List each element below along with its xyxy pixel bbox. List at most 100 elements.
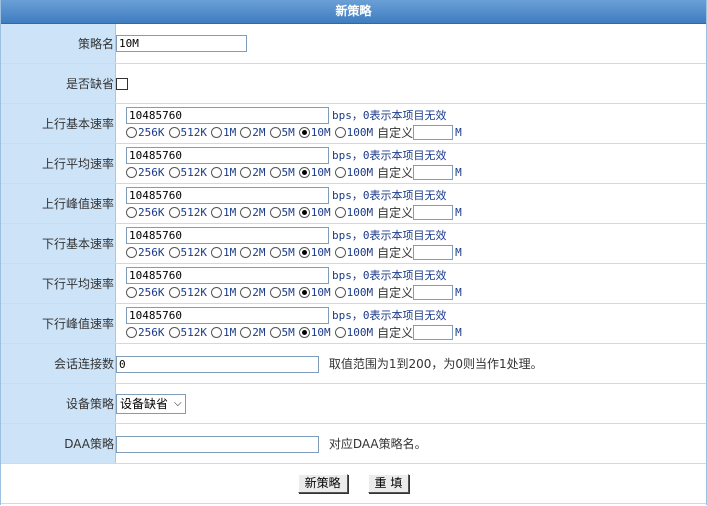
rate-option-radio[interactable]: 1M	[211, 166, 236, 179]
rate-label: 下行基本速率	[41, 237, 114, 251]
device-policy-label: 设备策略	[65, 397, 114, 411]
rate-option-radio[interactable]: 5M	[269, 286, 295, 299]
rate-input[interactable]	[126, 266, 329, 284]
custom-rate-input[interactable]	[413, 244, 454, 260]
rate-option-label: 10M	[310, 125, 331, 139]
custom-rate-input[interactable]	[413, 164, 454, 180]
rate-option-radio[interactable]: 100M	[334, 286, 373, 299]
reset-button[interactable]: 重 填	[367, 474, 410, 493]
radio-icon	[126, 126, 137, 138]
radio-icon	[269, 166, 281, 178]
custom-unit: M	[455, 245, 462, 259]
rate-option-radio[interactable]: 512K	[168, 246, 207, 259]
radio-icon	[211, 326, 222, 338]
rate-option-radio[interactable]: 5M	[269, 206, 295, 219]
rate-option-radio[interactable]: 1M	[211, 206, 236, 219]
rate-option-radio[interactable]: 256K	[126, 166, 165, 179]
radio-icon	[269, 326, 281, 338]
rate-option-radio[interactable]: 256K	[126, 126, 165, 139]
rate-option-radio[interactable]: 10M	[298, 246, 331, 259]
rate-option-radio[interactable]: 2M	[240, 246, 266, 259]
sessions-label: 会话连接数	[53, 357, 114, 371]
rate-option-radio[interactable]: 1M	[211, 246, 236, 259]
form-title: 新策略	[1, 0, 706, 24]
form-table-bottom: 会话连接数 取值范围为1到200，为0则当作1处理。 设备策略 设备缺省 ⌵ D…	[1, 344, 706, 504]
rate-option-radio[interactable]: 2M	[240, 126, 266, 139]
rate-option-radio[interactable]: 5M	[269, 246, 295, 259]
rate-option-radio[interactable]: 2M	[240, 206, 266, 219]
radio-icon	[168, 166, 180, 178]
rate-row: 下行平均速率 bps，0表示本项目无效 256K 512K 1M 2M 5M 10M 100M自…	[1, 263, 706, 304]
rate-option-radio[interactable]: 10M	[298, 206, 331, 219]
rate-option-radio[interactable]: 512K	[168, 166, 207, 179]
daa-policy-label: DAA策略	[64, 437, 114, 451]
rate-option-label: 5M	[281, 165, 295, 179]
rate-option-radio[interactable]: 1M	[211, 326, 236, 339]
rate-option-radio[interactable]: 100M	[334, 246, 373, 259]
custom-rate-input[interactable]	[413, 284, 454, 300]
rate-option-radio[interactable]: 100M	[334, 326, 373, 339]
radio-icon	[240, 206, 252, 218]
name-label: 策略名	[77, 37, 114, 51]
rate-option-radio[interactable]: 5M	[269, 165, 295, 179]
rate-option-label: 512K	[180, 205, 208, 219]
default-checkbox[interactable]	[116, 78, 128, 90]
rate-option-label: 5M	[281, 325, 295, 339]
row-device-policy: 设备策略 设备缺省 ⌵	[1, 383, 706, 424]
rate-option-radio[interactable]: 100M	[334, 166, 373, 179]
rate-option-radio[interactable]: 100M	[334, 206, 373, 219]
radio-icon	[269, 286, 281, 298]
rate-label: 上行峰值速率	[41, 197, 114, 211]
submit-button[interactable]: 新策略	[297, 474, 348, 493]
sessions-input[interactable]	[116, 355, 319, 373]
radio-icon	[126, 206, 137, 218]
rate-input[interactable]	[126, 186, 329, 204]
policy-name-input[interactable]	[116, 35, 247, 52]
radio-icon	[334, 286, 346, 298]
custom-unit: M	[455, 165, 462, 179]
rate-unit-hint: bps，0表示本项目无效	[332, 269, 447, 282]
rate-input[interactable]	[126, 306, 329, 324]
custom-unit: M	[455, 285, 462, 299]
rate-option-radio[interactable]: 5M	[269, 325, 295, 339]
custom-rate-input[interactable]	[413, 124, 454, 140]
rate-input[interactable]	[126, 226, 329, 244]
rate-label: 上行平均速率	[41, 157, 114, 171]
rate-option-radio[interactable]: 1M	[211, 286, 236, 299]
rate-option-radio[interactable]: 256K	[126, 206, 165, 219]
custom-rate-input[interactable]	[413, 204, 454, 220]
rate-option-label: 512K	[180, 125, 208, 139]
rate-option-radio[interactable]: 256K	[126, 326, 165, 339]
rate-option-radio[interactable]: 10M	[298, 286, 331, 299]
rate-option-radio[interactable]: 512K	[168, 205, 208, 219]
rate-option-radio[interactable]: 10M	[298, 166, 331, 179]
rate-option-radio[interactable]: 5M	[269, 126, 295, 139]
daa-policy-input[interactable]	[116, 435, 319, 453]
rate-option-label: 1M	[223, 205, 237, 219]
custom-label: 自定义	[377, 125, 414, 140]
rate-option-radio[interactable]: 1M	[211, 126, 236, 139]
rate-unit-hint: bps，0表示本项目无效	[332, 309, 447, 322]
custom-label: 自定义	[377, 245, 414, 260]
rate-option-radio[interactable]: 256K	[126, 286, 165, 299]
radio-icon	[211, 126, 222, 138]
rate-option-radio[interactable]: 2M	[240, 326, 266, 339]
rate-input[interactable]	[126, 106, 329, 124]
rate-option-radio[interactable]: 100M	[334, 126, 373, 139]
rate-option-radio[interactable]: 2M	[240, 286, 266, 299]
rate-option-radio[interactable]: 10M	[298, 125, 331, 139]
rate-input[interactable]	[126, 146, 329, 164]
rate-option-label: 256K	[138, 325, 165, 339]
rate-option-radio[interactable]: 512K	[168, 326, 207, 339]
rate-option-label: 1M	[223, 285, 237, 299]
radio-icon	[334, 326, 346, 338]
rate-option-radio[interactable]: 512K	[168, 286, 207, 299]
rate-option-radio[interactable]: 512K	[168, 125, 208, 139]
rate-option-label: 2M	[252, 165, 266, 179]
custom-rate-input[interactable]	[413, 324, 454, 340]
new-policy-form: 新策略 策略名 是否缺省 上行基本速率 bps，0表示本项目无效 256K 512K 1…	[0, 0, 707, 505]
rate-option-radio[interactable]: 10M	[298, 326, 331, 339]
rate-option-radio[interactable]: 256K	[126, 246, 165, 259]
rate-option-radio[interactable]: 2M	[240, 165, 266, 179]
device-policy-select[interactable]: 设备缺省 ⌵	[116, 393, 186, 414]
